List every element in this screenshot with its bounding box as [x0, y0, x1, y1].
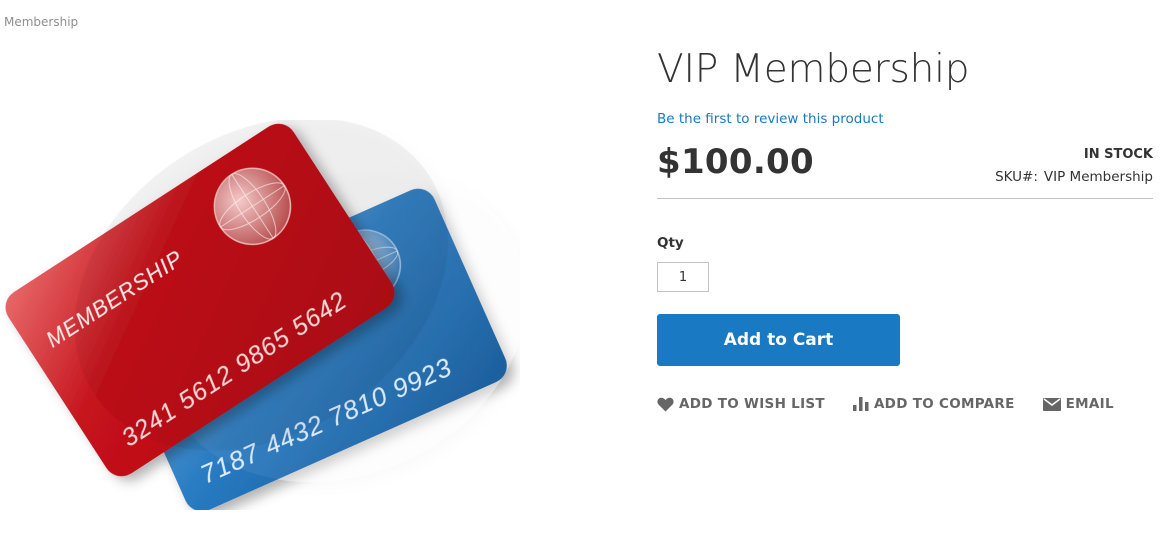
bar-chart-icon — [852, 397, 869, 411]
review-link[interactable]: Be the first to review this product — [657, 111, 884, 127]
product-price: $100.00 — [657, 142, 814, 182]
add-to-compare-label: ADD TO COMPARE — [873, 396, 1015, 412]
sku: SKU#: VIP Membership — [995, 169, 1153, 185]
email-label: EMAIL — [1065, 396, 1114, 412]
qty-label: Qty — [657, 235, 684, 251]
product-actions: ADD TO WISH LIST ADD TO COMPARE EMAIL — [657, 396, 1114, 412]
add-to-compare-link[interactable]: ADD TO COMPARE — [852, 396, 1015, 412]
product-page: Membership 7187 4432 7810 9923 MEMBERSHI… — [0, 0, 1168, 538]
product-image[interactable]: 7187 4432 7810 9923 MEMBERSHIP 3241 5612… — [0, 120, 520, 510]
add-to-wishlist-link[interactable]: ADD TO WISH LIST — [657, 396, 825, 412]
page-title: VIP Membership — [657, 47, 970, 92]
divider — [657, 198, 1153, 199]
sku-label: SKU#: — [995, 169, 1038, 185]
breadcrumb: Membership — [4, 15, 78, 29]
envelope-icon — [1042, 397, 1061, 411]
heart-icon — [657, 397, 674, 412]
stock-status: IN STOCK — [1083, 147, 1153, 162]
sku-value: VIP Membership — [1043, 169, 1153, 185]
membership-cards-illustration: 7187 4432 7810 9923 MEMBERSHIP 3241 5612… — [5, 120, 520, 510]
email-link[interactable]: EMAIL — [1042, 396, 1114, 412]
add-to-cart-button[interactable]: Add to Cart — [657, 314, 900, 366]
qty-input[interactable] — [657, 262, 709, 292]
add-to-wishlist-label: ADD TO WISH LIST — [679, 396, 825, 412]
breadcrumb-current: Membership — [4, 15, 79, 29]
